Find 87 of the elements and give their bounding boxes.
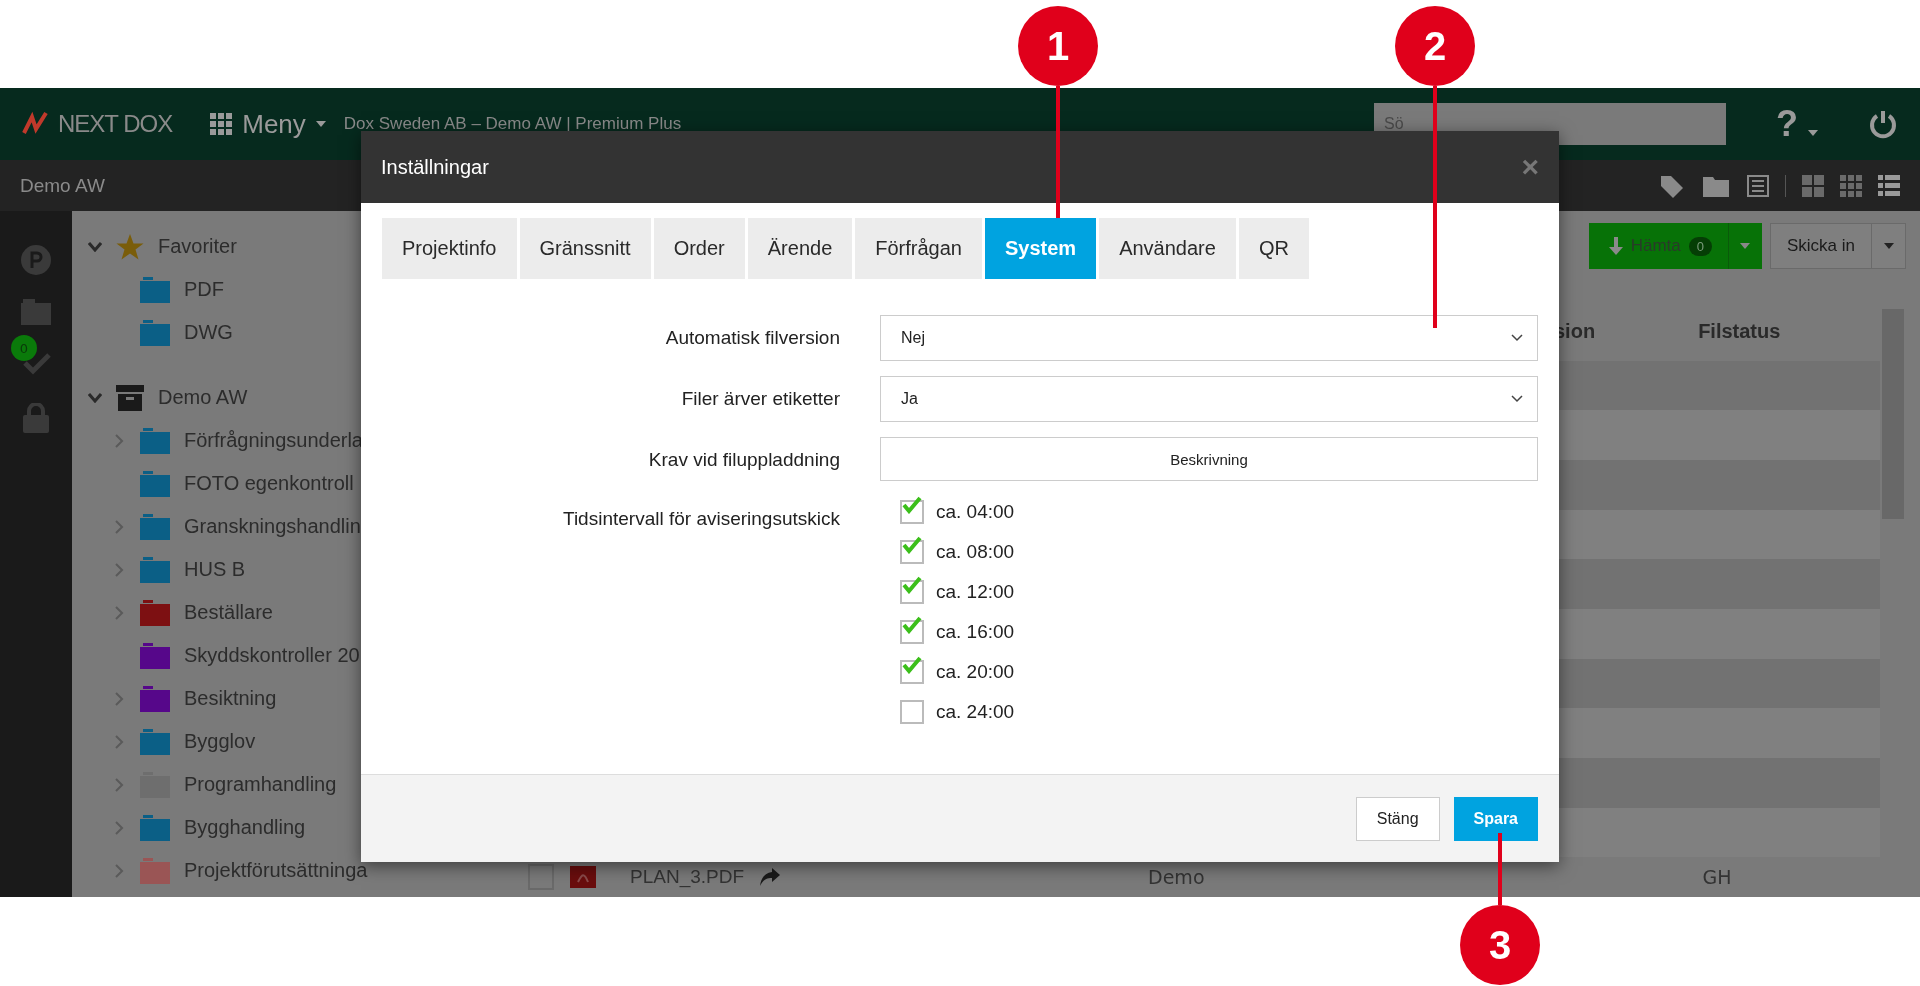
table-cell: GH: [1702, 866, 1732, 889]
chevron-right-icon[interactable]: [114, 562, 124, 577]
caret-icon: [1883, 243, 1894, 249]
arrow-down-icon: [1608, 237, 1623, 255]
checkbox-label: ca. 16:00: [936, 621, 1015, 643]
list-icon[interactable]: [1747, 174, 1769, 197]
tree-item[interactable]: Beställare: [184, 601, 273, 624]
count-badge: 0: [11, 335, 37, 361]
chevron-right-icon[interactable]: [114, 820, 124, 835]
checkbox-label: ca. 24:00: [936, 701, 1015, 723]
tab[interactable]: Förfrågan: [855, 218, 982, 279]
close-button[interactable]: ×: [1521, 150, 1539, 184]
checkbox-label: ca. 12:00: [936, 581, 1015, 603]
checkbox[interactable]: [900, 700, 924, 724]
close-button[interactable]: Stäng: [1355, 796, 1440, 841]
tree-item[interactable]: HUS B: [184, 558, 246, 581]
grid-icon[interactable]: [1802, 174, 1824, 197]
help-button[interactable]: ?: [1776, 103, 1798, 145]
chevron-down-icon: [1511, 334, 1523, 342]
tree-item[interactable]: Skyddskontroller 20: [184, 644, 360, 667]
caret-icon: [315, 121, 326, 127]
chevron-right-icon[interactable]: [114, 519, 124, 534]
tab[interactable]: Användare: [1099, 218, 1236, 279]
chevron-right-icon[interactable]: [114, 777, 124, 792]
chevron-down-icon[interactable]: [88, 392, 102, 403]
column-header[interactable]: Filstatus: [1698, 320, 1781, 344]
chevron-down-icon: [1511, 395, 1523, 403]
folder-icon[interactable]: [1703, 174, 1731, 197]
tree-item[interactable]: Granskningshandlin: [184, 515, 361, 538]
chevron-right-icon[interactable]: [114, 691, 124, 706]
tab[interactable]: System: [985, 218, 1097, 279]
tree-item[interactable]: Förfrågningsunderla: [184, 429, 363, 452]
tab[interactable]: Gränssnitt: [519, 218, 651, 279]
grid-icon: [210, 113, 233, 135]
checkbox[interactable]: [528, 864, 554, 891]
checkbox-label: ca. 04:00: [936, 501, 1015, 523]
star-icon: [116, 233, 144, 260]
pdf-file-icon: [570, 866, 596, 889]
chevron-right-icon[interactable]: [114, 734, 124, 749]
tab[interactable]: Projektinfo: [382, 218, 517, 279]
tab[interactable]: Ärende: [747, 218, 853, 279]
tree-item[interactable]: Favoriter: [158, 235, 237, 258]
tree-item[interactable]: PDF: [184, 278, 224, 301]
tree-item[interactable]: Bygghandling: [184, 816, 306, 839]
chevron-right-icon[interactable]: [114, 433, 124, 448]
tree-item[interactable]: FOTO egenkontroll: [184, 472, 354, 495]
list-icon[interactable]: [1878, 174, 1900, 197]
project-name: Demo AW: [20, 174, 105, 197]
caret-icon: [1740, 243, 1751, 249]
dropdown-field[interactable]: Ja: [880, 376, 1538, 422]
tree-item[interactable]: Projektförutsättninga: [184, 859, 368, 882]
checkbox-label: ca. 20:00: [936, 661, 1015, 683]
field-label: Krav vid filuppladdning: [647, 448, 840, 471]
menu-button[interactable]: Meny: [202, 108, 334, 140]
tree-item[interactable]: Besiktning: [184, 687, 277, 710]
description-button[interactable]: Beskrivning: [880, 437, 1538, 481]
chevron-right-icon[interactable]: [114, 863, 124, 878]
parking-icon[interactable]: [21, 245, 51, 275]
logo: NEXT DOX: [58, 110, 173, 138]
callout-marker: 1: [1018, 6, 1098, 86]
field-label: Automatisk filversion: [664, 326, 840, 349]
caret-icon: [1808, 130, 1818, 136]
table-cell: Demo: [1148, 866, 1205, 889]
tree-item[interactable]: Demo AW: [158, 386, 248, 409]
dialog-title: Inställningar: [381, 155, 489, 179]
callout-marker: 3: [1460, 905, 1540, 985]
lock-icon[interactable]: [22, 403, 50, 433]
file-name[interactable]: PLAN_3.PDF: [630, 866, 745, 889]
field-label: Tidsintervall för aviseringsutskick: [562, 507, 840, 530]
save-button[interactable]: Spara: [1453, 796, 1538, 841]
dropdown-field[interactable]: Nej: [880, 315, 1538, 361]
field-label: Filer ärver etiketter: [680, 387, 840, 410]
grid-icon[interactable]: [1840, 174, 1862, 197]
logo-icon: [22, 111, 48, 137]
checkbox-label: ca. 08:00: [936, 541, 1015, 563]
tree-item[interactable]: Programhandling: [184, 773, 337, 796]
callout-marker: 2: [1395, 6, 1475, 86]
count-badge: 0: [1688, 236, 1712, 256]
tree-item[interactable]: DWG: [184, 321, 233, 344]
power-icon[interactable]: [1868, 109, 1898, 139]
chevron-down-icon[interactable]: [88, 241, 102, 252]
archive-box-icon: [116, 384, 144, 411]
chevron-right-icon[interactable]: [114, 605, 124, 620]
tree-item[interactable]: Bygglov: [184, 730, 256, 753]
tab[interactable]: Order: [653, 218, 745, 279]
tab[interactable]: QR: [1238, 218, 1309, 279]
share-arrow-icon: [760, 868, 781, 887]
